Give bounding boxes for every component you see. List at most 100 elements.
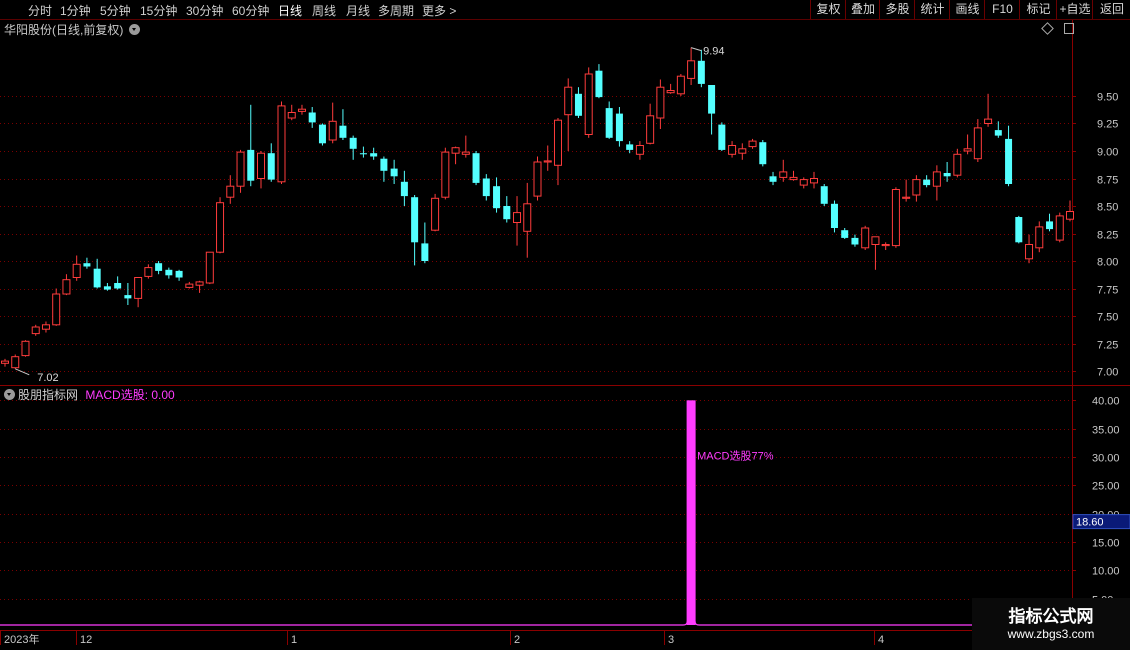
candle-body-down <box>472 153 480 183</box>
low-marker-line <box>15 368 30 376</box>
candle-body-down <box>175 270 183 278</box>
candle-body-down <box>390 168 398 177</box>
candle-body-down <box>349 137 357 149</box>
candle-body-up <box>328 120 337 141</box>
candle-body-up <box>195 281 204 286</box>
candle-body-up <box>728 145 737 155</box>
candle-body-down <box>718 124 726 150</box>
price-tick-label: 7.50 <box>1097 312 1118 324</box>
candle-body-down <box>595 70 603 98</box>
date-axis-month: 12 <box>80 634 92 646</box>
candle-body-up <box>881 244 890 247</box>
candle-body-down <box>400 181 408 197</box>
price-tick-label: 9.00 <box>1097 147 1118 159</box>
dropdown-icon[interactable] <box>4 389 15 400</box>
candle-body-up <box>62 279 71 295</box>
candle-body-up <box>676 75 685 95</box>
date-axis-month: 1 <box>291 634 297 646</box>
watermark: 指标公式网 www.zbgs3.com <box>972 598 1130 650</box>
candle-body-up <box>809 178 818 184</box>
candle-body-down <box>820 186 828 204</box>
candle-body-down <box>93 268 101 288</box>
candle-body-down <box>493 186 501 209</box>
candle-body-down <box>830 203 838 228</box>
watermark-url: www.zbgs3.com <box>1007 627 1095 641</box>
price-tick-label: 8.50 <box>1097 202 1118 214</box>
candle-body-down <box>370 153 378 157</box>
watermark-title: 指标公式网 <box>1008 607 1094 627</box>
candle-body-up <box>205 251 214 284</box>
candle-body-up <box>11 356 20 369</box>
candle-body-up <box>687 60 696 79</box>
candle-body-down <box>318 124 326 144</box>
candle-body-up <box>297 108 306 112</box>
date-axis-month: 3 <box>668 634 674 646</box>
candle-body-down <box>574 93 582 116</box>
candle-body-up <box>134 277 143 299</box>
candle-body-up <box>461 151 470 155</box>
stock-title: 华阳股份(日线,前复权) <box>4 23 124 37</box>
candle-body-down <box>380 158 388 171</box>
date-axis-month: 4 <box>878 634 884 646</box>
candle-body-up <box>1025 244 1034 260</box>
indicator-tick-label: 25.00 <box>1092 481 1120 493</box>
candle-body-up <box>973 127 982 160</box>
dropdown-icon[interactable] <box>129 24 141 35</box>
candle-body-up <box>748 140 757 148</box>
candle-body-up <box>21 340 30 357</box>
candle-body-down <box>155 263 163 271</box>
indicator-tick-label: 40.00 <box>1092 396 1120 408</box>
candle-body-up <box>932 171 941 187</box>
panel-controls <box>1041 22 1074 36</box>
candle-body-up <box>431 197 440 231</box>
candle-body-up <box>953 153 962 176</box>
candle-body-down <box>759 142 767 165</box>
date-axis-month: 2 <box>514 634 520 646</box>
candle-body-down <box>359 153 367 155</box>
candle-body-up <box>656 86 665 119</box>
candle-body-up <box>871 236 880 246</box>
price-tick-label: 9.50 <box>1097 92 1118 104</box>
candle-body-up <box>52 293 61 326</box>
candle-body-up <box>564 86 573 116</box>
candle-body-up <box>646 115 655 144</box>
candle-body-down <box>83 263 91 267</box>
candle-body-up <box>31 326 40 335</box>
candle-body-up <box>861 227 870 249</box>
candle-body-up <box>257 152 266 179</box>
candle-body-down <box>1046 221 1054 230</box>
candle-body-up <box>41 324 50 330</box>
candle-body-down <box>482 178 490 197</box>
candle-body-up <box>553 119 562 166</box>
candle-body-up <box>226 185 235 198</box>
candle-body-up <box>543 160 552 163</box>
indicator-line <box>0 621 1072 626</box>
candle-body-up <box>533 161 542 197</box>
window-toggle-icon[interactable] <box>1064 23 1074 34</box>
candle-body-down <box>1015 217 1023 243</box>
high-marker-line <box>690 47 702 52</box>
indicator-tick-label: 35.00 <box>1092 425 1120 437</box>
candle-body-up <box>912 179 921 196</box>
candle-body-up <box>451 147 460 154</box>
price-tick-label: 8.75 <box>1097 175 1118 187</box>
candle-body-down <box>267 153 275 180</box>
candle-body-up <box>963 148 972 152</box>
price-tick-label: 8.00 <box>1097 257 1118 269</box>
candle-body-down <box>943 173 951 177</box>
candle-body-up <box>1035 226 1044 249</box>
high-price-label: 9.94 <box>703 46 724 58</box>
candle-body-down <box>411 197 419 243</box>
candle-body-up <box>984 118 993 124</box>
candle-body-down <box>605 108 613 138</box>
price-tick-label: 8.25 <box>1097 230 1118 242</box>
indicator-spike <box>686 400 696 625</box>
candle-body-down <box>851 237 859 245</box>
candle-body-down <box>247 149 255 181</box>
candle-body-up <box>441 151 450 198</box>
indicator-value-label: MACD选股: 0.00 <box>85 388 175 402</box>
diamond-icon[interactable] <box>1041 22 1054 35</box>
candle-body-up <box>799 179 808 186</box>
candle-body-down <box>626 144 634 150</box>
candle-body-down <box>308 112 316 123</box>
